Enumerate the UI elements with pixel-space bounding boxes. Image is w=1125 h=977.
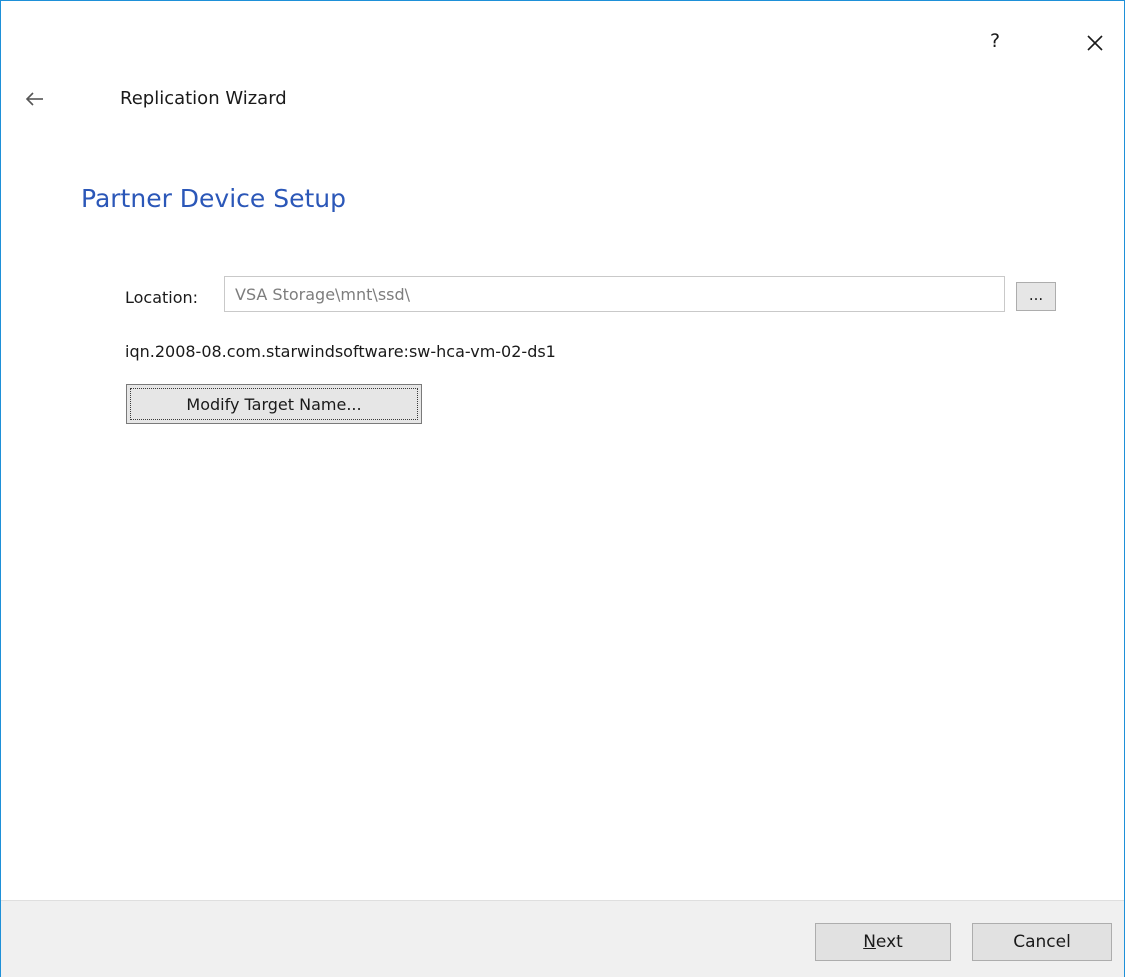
page-heading: Partner Device Setup [81, 184, 347, 213]
back-button[interactable] [19, 83, 51, 115]
help-label: ? [989, 30, 1001, 52]
browse-button[interactable]: ... [1016, 282, 1056, 311]
location-input[interactable] [224, 276, 1005, 312]
focus-rect: Modify Target Name... [130, 388, 418, 420]
back-arrow-icon [25, 92, 43, 106]
next-mnemonic: N [863, 932, 876, 952]
wizard-title: Replication Wizard [120, 88, 287, 109]
wizard-dialog: ? Replication Wizard Partner Device Setu… [0, 0, 1125, 977]
footer-bar: Next Cancel [1, 900, 1124, 977]
location-label: Location: [125, 288, 199, 307]
close-button[interactable] [1079, 27, 1111, 59]
modify-target-name-button[interactable]: Modify Target Name... [126, 384, 422, 424]
next-label: ext [875, 932, 903, 952]
modify-target-name-label: Modify Target Name... [186, 394, 362, 414]
browse-label: ... [1028, 285, 1044, 304]
close-icon [1087, 35, 1103, 51]
cancel-button[interactable]: Cancel [972, 923, 1112, 961]
help-button[interactable]: ? [979, 25, 1011, 57]
cancel-label: Cancel [1013, 932, 1071, 952]
target-name: iqn.2008-08.com.starwindsoftware:sw-hca-… [125, 342, 556, 361]
next-button[interactable]: Next [815, 923, 951, 961]
